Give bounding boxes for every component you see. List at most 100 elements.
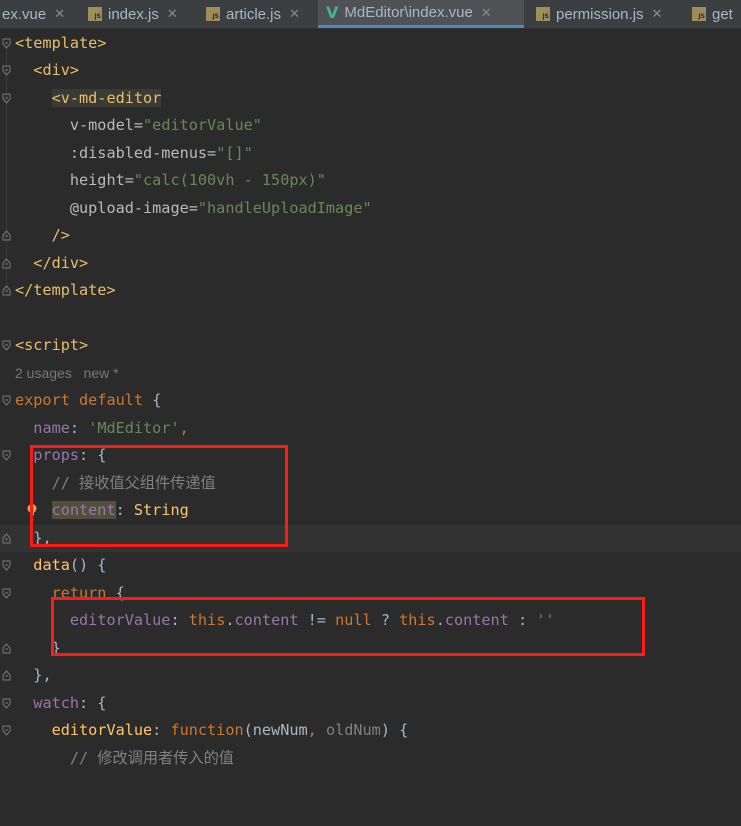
code-token: }, (33, 529, 52, 547)
fold-icon[interactable] (2, 643, 11, 654)
code-line: <template> (0, 30, 741, 57)
tab-get[interactable]: JS get (684, 0, 741, 28)
code-token: String (133, 501, 189, 519)
fold-icon[interactable] (2, 258, 11, 269)
tab-label: permission.js (556, 5, 644, 23)
code-line: <script> (0, 332, 741, 359)
code-line: <div> (0, 57, 741, 84)
code-line: </div> (0, 250, 741, 277)
code-token: watch (33, 694, 80, 712)
fold-icon[interactable] (2, 395, 11, 406)
code-token: . (225, 611, 235, 629)
code-token: '' (536, 611, 555, 629)
tab-index-js[interactable]: JS index.js ✕ (80, 0, 186, 28)
fold-icon[interactable] (2, 93, 11, 104)
tab-ex-vue[interactable]: ex.vue ✕ (0, 0, 73, 28)
code-line-current: }, (0, 525, 741, 552)
fold-icon[interactable] (2, 450, 11, 461)
fold-icon[interactable] (2, 340, 11, 351)
code-token: : (152, 721, 171, 739)
code-token: : (170, 611, 189, 629)
code-token: data (33, 556, 70, 574)
code-token: v-md-editor (60, 89, 162, 107)
tab-label: get (712, 5, 733, 23)
code-token: height= (69, 171, 134, 189)
tab-label: ex.vue (2, 5, 47, 23)
code-token: : (69, 419, 89, 437)
code-token: () { (69, 556, 107, 574)
code-line: editorValue: function(newNum, oldNum) { (0, 717, 741, 744)
code-token: return (51, 584, 107, 602)
code-token: /> (51, 226, 70, 244)
code-token: : (115, 501, 134, 519)
code-token: </div> (33, 254, 89, 272)
code-token: (newNum (243, 721, 308, 739)
code-token: content (51, 501, 116, 519)
code-line: <v-md-editor (0, 85, 741, 112)
code-token: <template> (15, 34, 107, 52)
code-line: /> (0, 222, 741, 249)
fold-icon[interactable] (2, 560, 11, 571)
close-icon[interactable]: ✕ (54, 6, 65, 22)
code-token: { (106, 584, 125, 602)
fold-icon[interactable] (2, 588, 11, 599)
code-line: </template> (0, 277, 741, 304)
code-token: this (188, 611, 226, 629)
code-token: </template> (15, 281, 116, 299)
code-token: oldNum (325, 721, 381, 739)
code-token: }, (33, 666, 52, 684)
code-token: { (152, 391, 162, 409)
code-token: } (51, 639, 61, 657)
fold-icon[interactable] (2, 285, 11, 296)
code-token: 'MdEditor' (88, 419, 180, 437)
fold-icon[interactable] (2, 230, 11, 241)
code-editor[interactable]: <template> <div> <v-md-editor v-model="e… (0, 29, 741, 772)
code-token: name (33, 419, 70, 437)
close-icon[interactable]: ✕ (652, 6, 663, 22)
code-token: <div> (33, 61, 80, 79)
code-token: this (399, 611, 436, 629)
code-line: data() { (0, 552, 741, 579)
code-line: :disabled-menus="[]" (0, 140, 741, 167)
code-token: editorValue (51, 721, 153, 739)
fold-icon[interactable] (2, 38, 11, 49)
tab-label: article.js (226, 5, 282, 23)
tab-permission-js[interactable]: JS permission.js ✕ (528, 0, 670, 28)
code-comment: // 修改调用者传入的值 (69, 749, 234, 767)
js-file-icon: JS (536, 7, 550, 21)
author-hint: new * (83, 365, 119, 381)
fold-icon[interactable] (2, 533, 11, 544)
fold-icon[interactable] (2, 670, 11, 681)
code-token: . (435, 611, 445, 629)
code-token: : { (79, 446, 107, 464)
close-icon[interactable]: ✕ (289, 6, 300, 22)
code-token: function (170, 721, 244, 739)
code-line: }, (0, 662, 741, 689)
fold-icon[interactable] (2, 65, 11, 76)
code-token: <script> (15, 336, 89, 354)
code-line: height="calc(100vh - 150px)" (0, 167, 741, 194)
fold-icon[interactable] (2, 698, 11, 709)
tab-label: index.js (108, 5, 159, 23)
usages-hint[interactable]: 2 usages (15, 365, 72, 381)
code-line: v-model="editorValue" (0, 112, 741, 139)
js-file-icon: JS (692, 7, 706, 21)
fold-icon[interactable] (2, 725, 11, 736)
code-line: // 接收值父组件传递值 (0, 470, 741, 497)
code-token: ? (371, 611, 400, 629)
close-icon[interactable]: ✕ (481, 5, 492, 21)
code-token: ) { (380, 721, 409, 739)
vue-icon: V (326, 3, 339, 22)
tab-article-js[interactable]: JS article.js ✕ (198, 0, 308, 28)
code-token: props (33, 446, 80, 464)
code-token: "handleUploadImage" (197, 199, 372, 217)
tab-mdeditor-index-vue[interactable]: V MdEditor\index.vue ✕ (318, 0, 524, 28)
code-line: watch: { (0, 690, 741, 717)
code-token: "editorValue" (143, 116, 262, 134)
code-line: editorValue: this.content != null ? this… (0, 607, 741, 634)
code-token: default (79, 391, 144, 409)
js-file-icon: JS (206, 7, 220, 21)
code-line: // 修改调用者传入的值 (0, 745, 741, 772)
close-icon[interactable]: ✕ (167, 6, 178, 22)
code-token: < (51, 89, 61, 107)
